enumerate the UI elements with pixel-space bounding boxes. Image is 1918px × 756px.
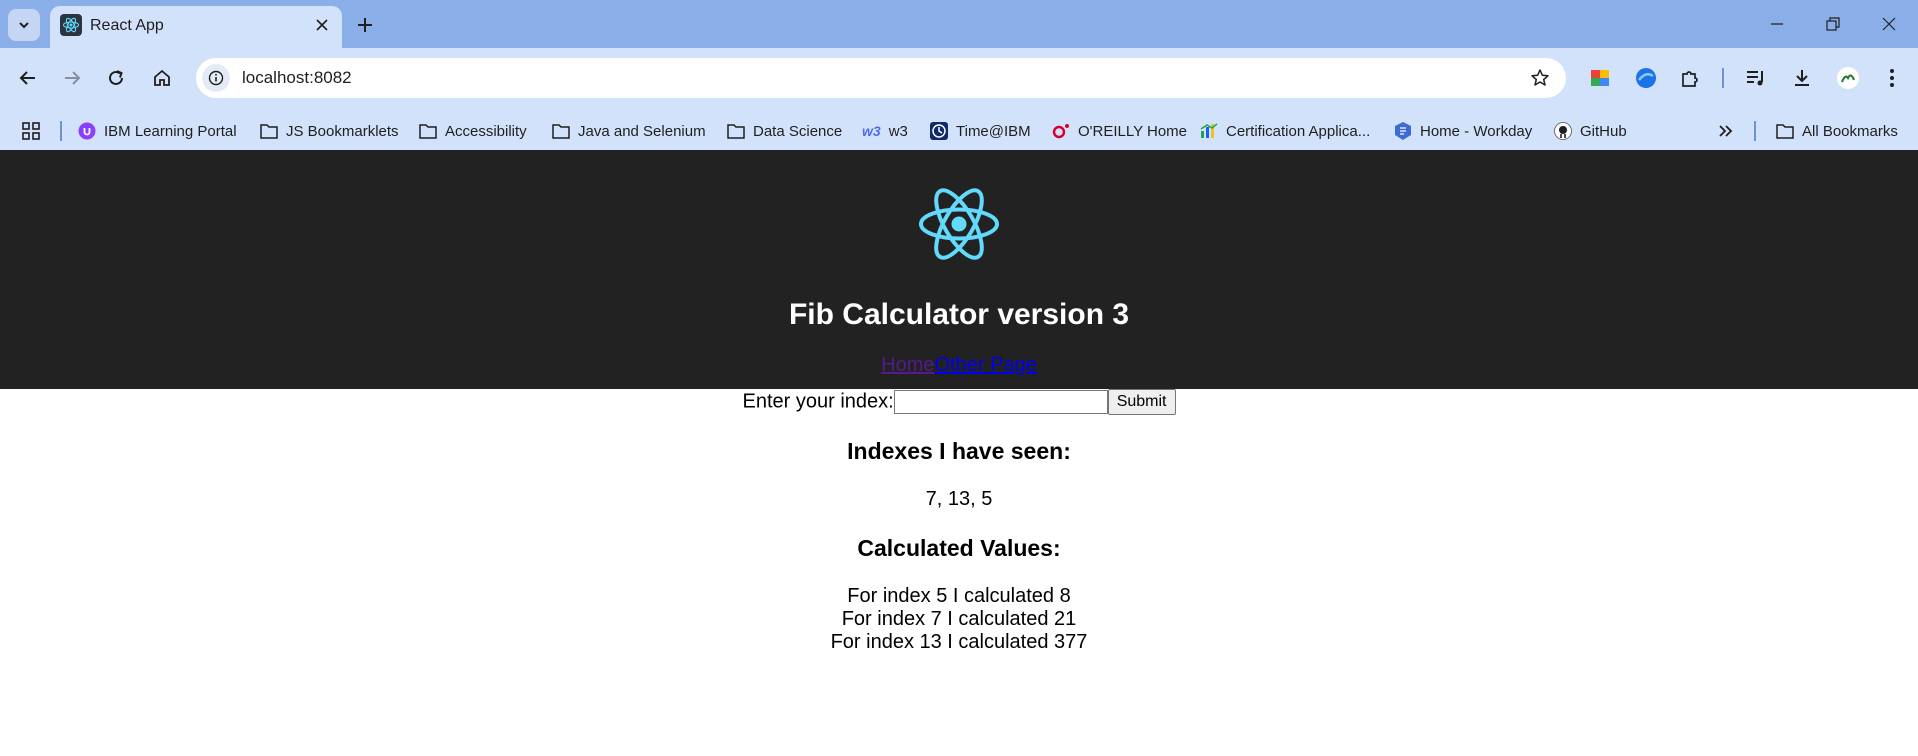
calculated-values-list: For index 5 I calculated 8 For index 7 I… xyxy=(0,585,1918,654)
color-palette-extension-icon[interactable] xyxy=(1586,64,1614,92)
address-bar[interactable]: localhost:8082 xyxy=(196,58,1566,98)
bookmark-label: Accessibility xyxy=(445,122,527,140)
bookmark-java-selenium[interactable]: Java and Selenium xyxy=(552,118,706,144)
ibm-learning-icon xyxy=(78,122,96,140)
oreilly-icon xyxy=(1052,122,1070,140)
bookmark-label: JS Bookmarklets xyxy=(286,122,399,140)
apps-grid-button[interactable] xyxy=(22,118,40,144)
close-window-button[interactable] xyxy=(1866,8,1912,40)
reload-button[interactable] xyxy=(100,62,132,94)
react-logo-icon xyxy=(919,188,999,260)
github-icon xyxy=(1554,122,1572,140)
react-favicon-icon xyxy=(60,14,82,36)
bookmark-label: GitHub xyxy=(1580,122,1627,140)
calculated-value-item: For index 5 I calculated 8 xyxy=(847,585,1071,607)
bookmark-accessibility[interactable]: Accessibility xyxy=(419,118,527,144)
bookmark-github[interactable]: GitHub xyxy=(1554,118,1627,144)
tab-search-button[interactable] xyxy=(8,9,40,41)
bookmark-data-science[interactable]: Data Science xyxy=(727,118,842,144)
index-form: Enter your index: Submit xyxy=(0,389,1918,415)
back-button[interactable] xyxy=(12,62,44,94)
forward-arrow-icon xyxy=(65,71,81,85)
folder-icon xyxy=(419,122,437,140)
bookmark-label: Certification Applica... xyxy=(1226,122,1371,140)
bookmark-star-icon[interactable] xyxy=(1528,66,1552,90)
page-title: Fib Calculator version 3 xyxy=(788,298,1130,331)
close-tab-icon[interactable] xyxy=(312,15,332,35)
menu-kebab-icon[interactable] xyxy=(1878,64,1906,92)
bookmark-oreilly[interactable]: O'REILLY Home xyxy=(1052,118,1187,144)
folder-icon xyxy=(727,122,745,140)
bookmark-label: O'REILLY Home xyxy=(1078,122,1188,140)
other-page-link[interactable]: Other Page xyxy=(935,354,1037,376)
indexes-seen-values: 7, 13, 5 xyxy=(925,488,993,510)
clock-icon xyxy=(930,122,948,140)
chevron-down-icon xyxy=(19,22,29,29)
minimize-button[interactable] xyxy=(1754,8,1800,40)
calculated-value-item: For index 13 I calculated 377 xyxy=(830,631,1088,653)
tab-react-app[interactable]: React App xyxy=(50,6,342,48)
browser-toolbar: localhost:8082 xyxy=(0,48,1918,112)
bookmark-w3[interactable]: w3 w3 xyxy=(862,118,908,144)
media-control-icon[interactable] xyxy=(1742,64,1770,92)
folder-icon xyxy=(552,122,570,140)
index-label: Enter your index: xyxy=(742,390,894,413)
reload-icon xyxy=(109,70,123,85)
all-bookmarks-button[interactable]: All Bookmarks xyxy=(1776,118,1898,144)
bookmark-workday[interactable]: Home - Workday xyxy=(1394,118,1532,144)
bookmarks-bar: IBM Learning Portal JS Bookmarklets Acce… xyxy=(0,112,1918,150)
app-nav: HomeOther Page xyxy=(0,354,1918,377)
calculated-value-item: For index 7 I calculated 21 xyxy=(841,608,1077,630)
plus-icon xyxy=(358,18,372,32)
index-input[interactable] xyxy=(893,390,1108,414)
chevron-double-right-icon xyxy=(1719,125,1733,137)
forward-button[interactable] xyxy=(56,62,88,94)
bookmark-js-bookmarklets[interactable]: JS Bookmarklets xyxy=(260,118,399,144)
calculated-values-heading: Calculated Values: xyxy=(857,535,1061,561)
bookmark-label: Data Science xyxy=(753,122,843,140)
bookmark-ibm-learning[interactable]: IBM Learning Portal xyxy=(78,118,237,144)
indexes-seen-heading: Indexes I have seen: xyxy=(847,438,1071,464)
bookmark-certification[interactable]: Certification Applica... xyxy=(1200,118,1370,144)
workday-icon xyxy=(1394,122,1412,140)
submit-button[interactable]: Submit xyxy=(1107,389,1176,415)
bookmark-time-ibm[interactable]: Time@IBM xyxy=(930,118,1031,144)
bookmark-divider xyxy=(1754,121,1756,141)
bookmark-label: w3 xyxy=(888,122,908,140)
all-bookmarks-label: All Bookmarks xyxy=(1802,122,1898,140)
bookmark-label: Time@IBM xyxy=(956,122,1031,140)
tab-title: React App xyxy=(90,17,164,34)
bookmark-label: IBM Learning Portal xyxy=(104,122,237,140)
close-icon xyxy=(1882,17,1896,31)
chart-icon xyxy=(1200,122,1218,140)
bookmark-label: Home - Workday xyxy=(1420,122,1533,140)
apps-grid-icon xyxy=(22,122,40,140)
bookmark-divider xyxy=(60,121,62,141)
restore-icon xyxy=(1826,17,1840,31)
site-info-icon[interactable] xyxy=(202,64,230,92)
extensions-puzzle-icon[interactable] xyxy=(1676,64,1704,92)
minimize-icon xyxy=(1771,23,1783,25)
new-tab-button[interactable] xyxy=(350,10,380,40)
more-bookmarks-button[interactable] xyxy=(1718,118,1734,144)
w3-icon: w3 xyxy=(862,123,881,139)
home-link[interactable]: Home xyxy=(881,354,934,376)
toolbar-divider xyxy=(1722,68,1724,88)
url-text[interactable]: localhost:8082 xyxy=(242,68,352,88)
download-icon[interactable] xyxy=(1788,64,1816,92)
back-arrow-icon xyxy=(19,71,35,85)
folder-icon xyxy=(1776,122,1794,140)
restore-button[interactable] xyxy=(1810,8,1856,40)
folder-icon xyxy=(260,122,278,140)
profile-avatar-icon[interactable] xyxy=(1834,64,1862,92)
tab-strip: React App xyxy=(0,0,1918,48)
bookmark-label: Java and Selenium xyxy=(578,122,706,140)
home-icon xyxy=(154,69,170,86)
home-button[interactable] xyxy=(146,62,178,94)
globe-extension-icon[interactable] xyxy=(1632,64,1660,92)
